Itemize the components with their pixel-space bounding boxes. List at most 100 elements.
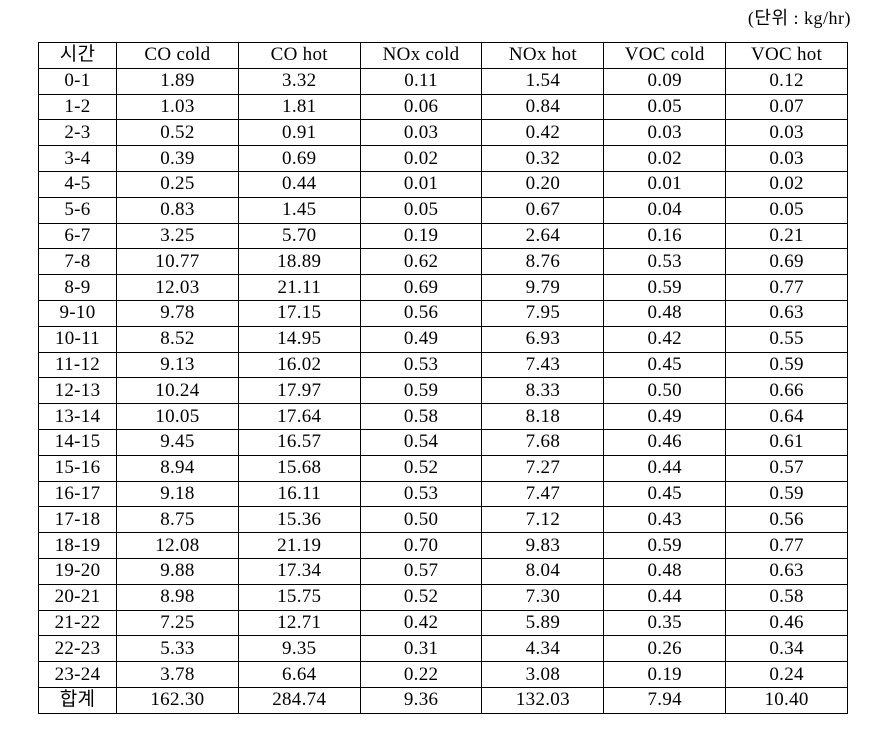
column-header: VOC hot (725, 42, 848, 69)
value-cell: 0.44 (603, 583, 727, 611)
table-row: 17-18 8.75 15.36 0.50 7.12 0.43 0.56 (38, 506, 848, 534)
value-cell: 0.56 (359, 299, 483, 327)
value-cell: 1.89 (116, 67, 239, 95)
table-row: 12-13 10.24 17.97 0.59 8.33 0.50 0.66 (38, 377, 848, 405)
value-cell: 18.89 (237, 248, 361, 276)
value-cell: 0.46 (603, 428, 727, 456)
table-row: 15-16 8.94 15.68 0.52 7.27 0.44 0.57 (38, 454, 848, 482)
total-cell: 9.36 (359, 686, 483, 714)
value-cell: 0.05 (725, 196, 848, 224)
value-cell: 0.19 (603, 661, 727, 688)
value-cell: 14.95 (237, 325, 361, 353)
value-cell: 5.89 (481, 609, 605, 637)
value-cell: 7.12 (481, 506, 605, 534)
value-cell: 0.91 (237, 119, 361, 147)
value-cell: 0.11 (359, 67, 483, 95)
time-cell: 6-7 (38, 222, 117, 250)
time-cell: 20-21 (38, 583, 117, 611)
value-cell: 7.43 (481, 351, 605, 379)
value-cell: 6.93 (481, 325, 605, 353)
value-cell: 0.52 (359, 583, 483, 611)
value-cell: 0.04 (603, 196, 727, 224)
time-cell: 12-13 (38, 377, 117, 405)
value-cell: 12.03 (116, 274, 239, 301)
value-cell: 2.64 (481, 222, 605, 250)
value-cell: 10.24 (116, 377, 239, 405)
value-cell: 0.43 (603, 506, 727, 534)
value-cell: 0.57 (359, 557, 483, 585)
value-cell: 10.77 (116, 248, 239, 276)
unit-label: (단위 : kg/hr) (747, 8, 851, 28)
value-cell: 3.32 (237, 67, 361, 95)
value-cell: 12.08 (116, 532, 239, 559)
value-cell: 0.07 (725, 93, 848, 121)
value-cell: 0.59 (725, 351, 848, 379)
value-cell: 0.69 (359, 274, 483, 301)
value-cell: 17.97 (237, 377, 361, 405)
value-cell: 0.59 (603, 274, 727, 301)
value-cell: 0.35 (603, 609, 727, 637)
table-row: 3-4 0.39 0.69 0.02 0.32 0.02 0.03 (38, 145, 848, 172)
value-cell: 0.01 (603, 170, 727, 198)
time-cell: 5-6 (38, 196, 117, 224)
value-cell: 0.02 (603, 145, 727, 172)
value-cell: 0.52 (116, 119, 239, 147)
value-cell: 8.33 (481, 377, 605, 405)
value-cell: 7.47 (481, 480, 605, 508)
table-row: 2-3 0.52 0.91 0.03 0.42 0.03 0.03 (38, 119, 848, 147)
value-cell: 0.16 (603, 222, 727, 250)
table-row: 20-21 8.98 15.75 0.52 7.30 0.44 0.58 (38, 583, 848, 611)
time-cell: 3-4 (38, 145, 117, 172)
value-cell: 0.03 (359, 119, 483, 147)
table-row: 13-14 10.05 17.64 0.58 8.18 0.49 0.64 (38, 403, 848, 430)
value-cell: 3.25 (116, 222, 239, 250)
value-cell: 8.94 (116, 454, 239, 482)
emissions-table: 시간 CO cold CO hot NOx cold NOx hot VOC cold VO… (38, 42, 848, 714)
value-cell: 0.45 (603, 480, 727, 508)
column-header: CO hot (237, 42, 361, 69)
value-cell: 0.39 (116, 145, 239, 172)
value-cell: 0.20 (481, 170, 605, 198)
total-cell: 162.30 (116, 686, 239, 714)
value-cell: 0.02 (359, 145, 483, 172)
value-cell: 0.67 (481, 196, 605, 224)
value-cell: 16.02 (237, 351, 361, 379)
total-cell: 10.40 (725, 686, 848, 714)
table-row: 11-12 9.13 16.02 0.53 7.43 0.45 0.59 (38, 351, 848, 379)
table-row: 21-22 7.25 12.71 0.42 5.89 0.35 0.46 (38, 609, 848, 637)
table-row: 7-8 10.77 18.89 0.62 8.76 0.53 0.69 (38, 248, 848, 276)
value-cell: 12.71 (237, 609, 361, 637)
value-cell: 15.36 (237, 506, 361, 534)
value-cell: 16.57 (237, 428, 361, 456)
value-cell: 9.18 (116, 480, 239, 508)
value-cell: 7.30 (481, 583, 605, 611)
value-cell: 21.11 (237, 274, 361, 301)
value-cell: 0.42 (603, 325, 727, 353)
value-cell: 0.32 (481, 145, 605, 172)
value-cell: 1.81 (237, 93, 361, 121)
value-cell: 0.02 (725, 170, 848, 198)
table-row: 1-2 1.03 1.81 0.06 0.84 0.05 0.07 (38, 93, 848, 121)
value-cell: 0.66 (725, 377, 848, 405)
value-cell: 0.44 (237, 170, 361, 198)
time-cell: 7-8 (38, 248, 117, 276)
time-cell: 11-12 (38, 351, 117, 379)
total-cell: 132.03 (481, 686, 605, 714)
time-cell: 4-5 (38, 170, 117, 198)
value-cell: 9.79 (481, 274, 605, 301)
value-cell: 8.98 (116, 583, 239, 611)
value-cell: 15.68 (237, 454, 361, 482)
value-cell: 3.78 (116, 661, 239, 688)
value-cell: 17.34 (237, 557, 361, 585)
value-cell: 7.95 (481, 299, 605, 327)
value-cell: 0.57 (725, 454, 848, 482)
value-cell: 8.75 (116, 506, 239, 534)
value-cell: 9.35 (237, 635, 361, 663)
value-cell: 0.53 (359, 351, 483, 379)
time-cell: 22-23 (38, 635, 117, 663)
column-header: VOC cold (603, 42, 727, 69)
value-cell: 0.01 (359, 170, 483, 198)
table-row: 0-1 1.89 3.32 0.11 1.54 0.09 0.12 (38, 67, 848, 95)
value-cell: 4.34 (481, 635, 605, 663)
value-cell: 0.62 (359, 248, 483, 276)
